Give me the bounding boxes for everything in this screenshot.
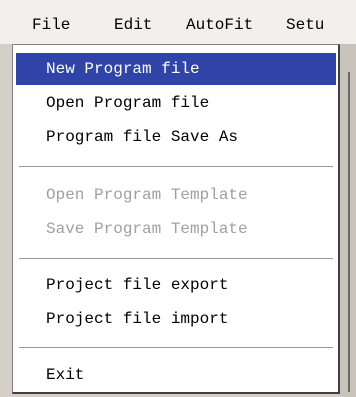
menu-item-program-file-save-as[interactable]: Program file Save As (16, 121, 336, 153)
menu-item-new-program-file[interactable]: New Program file (16, 53, 336, 85)
menu-separator (19, 258, 333, 260)
window-border-line (348, 72, 350, 392)
menu-bar: File Edit AutoFit Setu (0, 0, 356, 44)
menu-item-open-program-template: Open Program Template (46, 186, 248, 204)
menu-item-project-file-import[interactable]: Project file import (16, 303, 336, 335)
menu-separator (19, 347, 333, 349)
menu-item-exit[interactable]: Exit (16, 359, 336, 391)
file-dropdown-menu: New Program file Open Program file Progr… (12, 44, 340, 394)
menu-separator (19, 166, 333, 168)
screen: File Edit AutoFit Setu New Program file … (0, 0, 356, 397)
menu-autofit[interactable]: AutoFit (186, 12, 253, 38)
menu-item-open-program-file[interactable]: Open Program file (16, 87, 336, 119)
menu-item-project-file-export[interactable]: Project file export (16, 269, 336, 301)
menu-file[interactable]: File (32, 12, 70, 38)
background-window-edge (340, 44, 356, 397)
menu-setup[interactable]: Setu (286, 12, 324, 38)
menu-edit[interactable]: Edit (114, 12, 152, 38)
menu-item-save-program-template: Save Program Template (46, 220, 248, 238)
